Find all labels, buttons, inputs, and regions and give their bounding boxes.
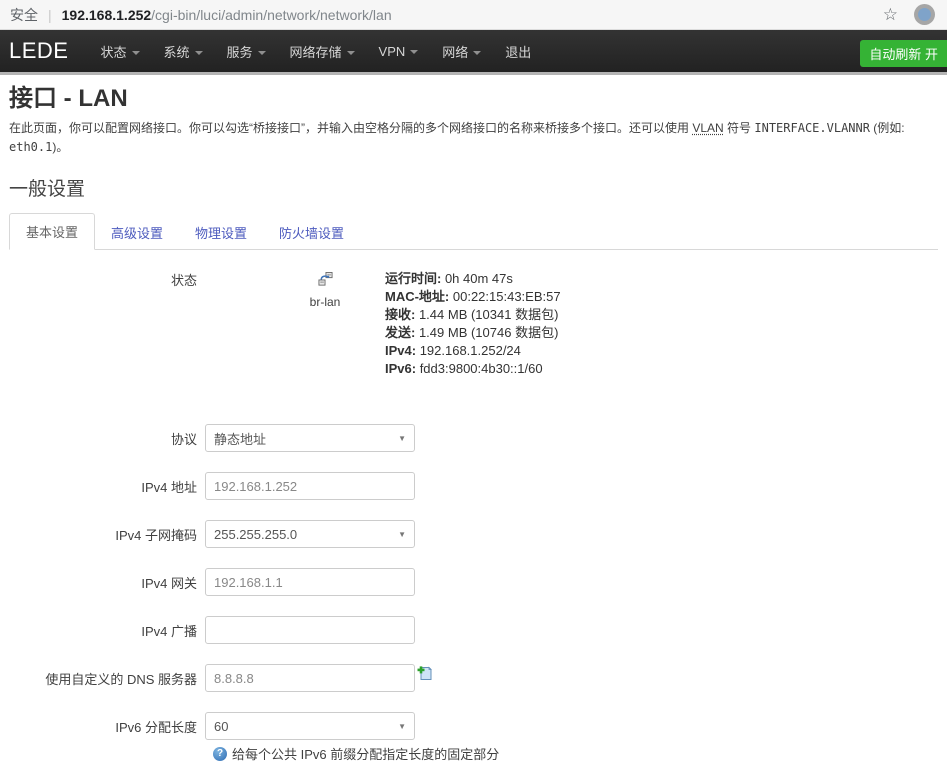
profile-avatar[interactable] xyxy=(914,4,935,25)
nav-menu: 状态 系统 服务 网络存储 VPN 网络 退出 xyxy=(88,36,543,67)
ipv4-gateway-label: IPv4 网关 xyxy=(9,573,205,592)
url-host: 192.168.1.252 xyxy=(62,7,152,23)
status-line-tx: 发送: 1.49 MB (10746 数据包) xyxy=(385,324,561,342)
status-line-mac: MAC-地址: 00:22:15:43:EB:57 xyxy=(385,288,561,306)
page-title: 接口 - LAN xyxy=(9,84,938,114)
interface-vlannr-code: INTERFACE.VLANNR xyxy=(754,121,870,135)
interface-form: 状态 br-lan 运行时间: 0h xyxy=(9,270,938,761)
avatar-inner-circle xyxy=(918,8,931,21)
ipv4-netmask-label: IPv4 子网掩码 xyxy=(9,525,205,544)
status-line-ipv6: IPv6: fdd3:9800:4b30::1/60 xyxy=(385,360,561,378)
page-description: 在此页面，你可以配置网络接口。你可以勾选“桥接接口”，并输入由空格分隔的多个网络… xyxy=(9,119,938,157)
auto-refresh-toggle[interactable]: 自动刷新 开 xyxy=(860,40,947,67)
status-line-rx: 接收: 1.44 MB (10341 数据包) xyxy=(385,306,561,324)
ipv6-assign-label: IPv6 分配长度 xyxy=(9,717,205,736)
select-value: 60 xyxy=(214,719,394,734)
nav-item-status[interactable]: 状态 xyxy=(88,36,151,67)
protocol-label: 协议 xyxy=(9,429,205,448)
address-bar[interactable]: 192.168.1.252/cgi-bin/luci/admin/network… xyxy=(62,7,875,23)
desc-text: )。 xyxy=(52,140,68,154)
nav-item-network[interactable]: 网络 xyxy=(430,36,493,67)
desc-text: 符号 xyxy=(724,121,755,135)
ipv4-netmask-row: IPv4 子网掩码 255.255.255.0 ▼ xyxy=(9,520,938,548)
select-value: 静态地址 xyxy=(214,429,394,448)
nav-item-label: 网络 xyxy=(442,45,468,60)
select-value: 255.255.255.0 xyxy=(214,527,394,542)
ipv6-assign-help: ? 给每个公共 IPv6 前缀分配指定长度的固定部分 xyxy=(213,744,938,761)
dns-server-input[interactable] xyxy=(205,664,415,692)
status-row: 状态 br-lan 运行时间: 0h xyxy=(9,270,938,378)
nav-item-services[interactable]: 服务 xyxy=(215,36,278,67)
tab-advanced-settings[interactable]: 高级设置 xyxy=(95,215,179,250)
protocol-select[interactable]: 静态地址 ▼ xyxy=(205,424,415,452)
url-separator: | xyxy=(48,7,52,23)
eth0-1-code: eth0.1 xyxy=(9,140,52,154)
nav-item-label: 系统 xyxy=(164,45,190,60)
security-label: 安全 xyxy=(10,5,38,25)
url-path: /cgi-bin/luci/admin/network/network/lan xyxy=(151,7,391,23)
tab-general-settings[interactable]: 基本设置 xyxy=(9,213,95,250)
nav-item-nas[interactable]: 网络存储 xyxy=(278,36,367,67)
chevron-down-icon xyxy=(347,51,355,55)
chevron-down-icon: ▼ xyxy=(398,434,406,443)
status-label: 状态 xyxy=(9,270,205,289)
tab-firewall-settings[interactable]: 防火墙设置 xyxy=(263,215,360,250)
section-heading: 一般设置 xyxy=(9,178,938,202)
help-icon: ? xyxy=(213,747,227,761)
browser-chrome: 安全 | 192.168.1.252/cgi-bin/luci/admin/ne… xyxy=(0,0,947,30)
nav-item-vpn[interactable]: VPN xyxy=(367,38,431,65)
ipv4-address-row: IPv4 地址 xyxy=(9,472,938,500)
tab-physical-settings[interactable]: 物理设置 xyxy=(179,215,263,250)
add-dns-entry-icon[interactable] xyxy=(417,665,433,686)
top-navbar: LEDE 状态 系统 服务 网络存储 VPN 网络 退出 自动刷新 开 xyxy=(0,30,947,75)
ipv4-gateway-input[interactable] xyxy=(205,568,415,596)
status-device: br-lan xyxy=(265,270,385,309)
protocol-row: 协议 静态地址 ▼ xyxy=(9,424,938,452)
dns-servers-row: 使用自定义的 DNS 服务器 xyxy=(9,664,938,692)
nav-item-label: VPN xyxy=(379,44,406,59)
device-name: br-lan xyxy=(265,295,385,309)
ipv4-broadcast-row: IPv4 广播 xyxy=(9,616,938,644)
nav-item-label: 状态 xyxy=(100,45,126,60)
chevron-down-icon xyxy=(410,50,418,54)
ipv4-address-input[interactable] xyxy=(205,472,415,500)
brand-lede[interactable]: LEDE xyxy=(9,38,68,64)
chevron-down-icon xyxy=(195,51,203,55)
page-content: 接口 - LAN 在此页面，你可以配置网络接口。你可以勾选“桥接接口”，并输入由… xyxy=(0,84,947,761)
ipv4-broadcast-input[interactable] xyxy=(205,616,415,644)
chevron-down-icon: ▼ xyxy=(398,530,406,539)
nav-item-system[interactable]: 系统 xyxy=(152,36,215,67)
nav-item-logout[interactable]: 退出 xyxy=(493,36,543,67)
nav-item-label: 退出 xyxy=(505,45,531,60)
ipv6-assign-select[interactable]: 60 ▼ xyxy=(205,712,415,740)
desc-text: (例如: xyxy=(870,121,905,135)
dns-servers-label: 使用自定义的 DNS 服务器 xyxy=(9,669,205,688)
help-text: 给每个公共 IPv6 前缀分配指定长度的固定部分 xyxy=(232,744,499,761)
bookmark-star-icon[interactable]: ☆ xyxy=(883,5,898,25)
chevron-down-icon xyxy=(258,51,266,55)
status-line-ipv4: IPv4: 192.168.1.252/24 xyxy=(385,342,561,360)
ipv4-gateway-row: IPv4 网关 xyxy=(9,568,938,596)
chevron-down-icon xyxy=(132,51,140,55)
ipv4-address-label: IPv4 地址 xyxy=(9,477,205,496)
nav-item-label: 服务 xyxy=(227,45,253,60)
status-line-uptime: 运行时间: 0h 40m 47s xyxy=(385,270,561,288)
desc-text: 在此页面，你可以配置网络接口。你可以勾选“桥接接口”，并输入由空格分隔的多个网络… xyxy=(9,121,692,135)
chevron-down-icon xyxy=(473,51,481,55)
nav-item-label: 网络存储 xyxy=(290,45,342,60)
ipv4-netmask-select[interactable]: 255.255.255.0 ▼ xyxy=(205,520,415,548)
ethernet-bridge-icon xyxy=(318,272,333,292)
chevron-down-icon: ▼ xyxy=(398,722,406,731)
status-info: 运行时间: 0h 40m 47s MAC-地址: 00:22:15:43:EB:… xyxy=(385,270,561,378)
vlan-abbr: VLAN xyxy=(692,121,723,135)
ipv6-assign-row: IPv6 分配长度 60 ▼ xyxy=(9,712,938,740)
ipv4-broadcast-label: IPv4 广播 xyxy=(9,621,205,640)
settings-tabbar: 基本设置 高级设置 物理设置 防火墙设置 xyxy=(9,212,938,250)
